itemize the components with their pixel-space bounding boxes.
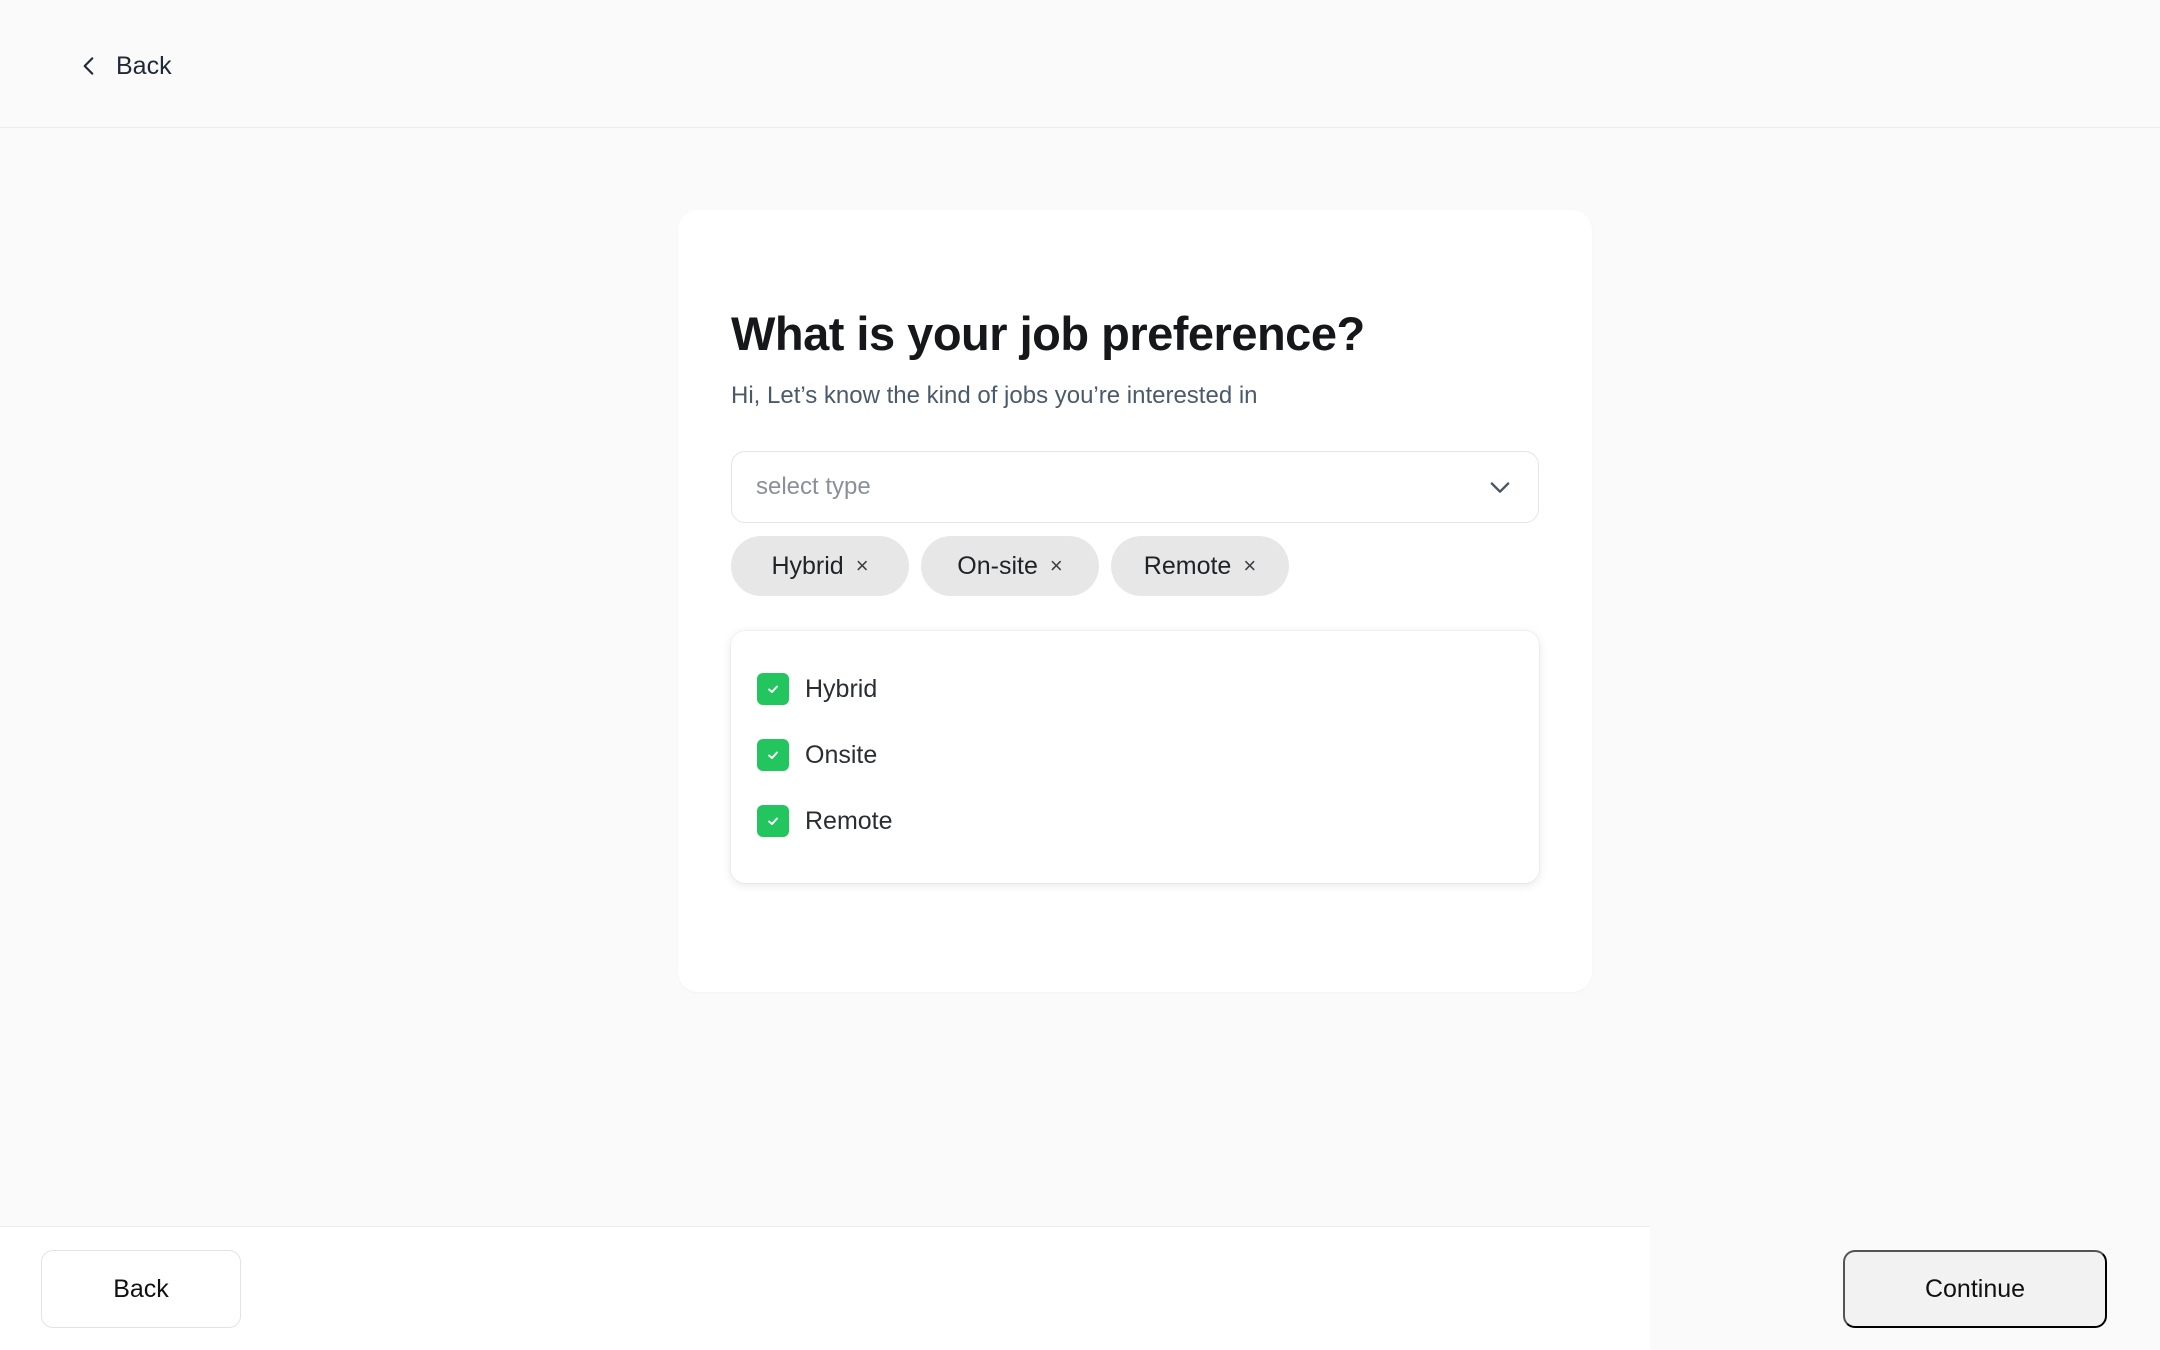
option-onsite[interactable]: Onsite — [731, 722, 1539, 788]
header-back-label: Back — [116, 51, 172, 80]
chevron-down-icon — [1490, 482, 1510, 493]
check-icon — [768, 817, 778, 825]
option-label: Remote — [805, 806, 893, 835]
option-hybrid[interactable]: Hybrid — [731, 656, 1539, 722]
chip-label: Hybrid — [771, 551, 844, 580]
close-icon[interactable]: × — [856, 555, 869, 577]
chip-on-site: On-site × — [921, 536, 1099, 596]
chip-hybrid: Hybrid × — [731, 536, 909, 596]
page-subtitle: Hi, Let’s know the kind of jobs you’re i… — [731, 382, 1258, 409]
option-label: Onsite — [805, 740, 878, 769]
chip-label: Remote — [1143, 551, 1232, 580]
header-back-button[interactable]: Back — [76, 46, 172, 86]
top-bar: Back — [0, 0, 2160, 128]
job-type-options-list: Hybrid Onsite Remote — [731, 631, 1539, 883]
selected-chips: Hybrid × On-site × Remote × — [731, 536, 1289, 596]
footer-panel — [0, 1226, 1650, 1350]
page-title: What is your job preference? — [731, 307, 1365, 360]
select-placeholder: select type — [756, 473, 871, 500]
close-icon[interactable]: × — [1050, 555, 1063, 577]
close-icon[interactable]: × — [1243, 555, 1256, 577]
checkbox-checked[interactable] — [757, 673, 789, 705]
chip-label: On-site — [957, 551, 1038, 580]
back-button[interactable]: Back — [41, 1250, 241, 1328]
checkbox-checked[interactable] — [757, 805, 789, 837]
checkbox-checked[interactable] — [757, 739, 789, 771]
check-icon — [768, 685, 778, 693]
job-type-select[interactable]: select type — [731, 451, 1539, 523]
chip-remote: Remote × — [1111, 536, 1289, 596]
chevron-left-icon — [83, 57, 94, 75]
continue-button[interactable]: Continue — [1843, 1250, 2107, 1328]
check-icon — [768, 751, 778, 759]
option-label: Hybrid — [805, 674, 878, 703]
job-preference-card: What is your job preference? Hi, Let’s k… — [678, 210, 1592, 992]
footer-bar: Back Continue — [0, 1226, 2160, 1350]
option-remote[interactable]: Remote — [731, 788, 1539, 854]
